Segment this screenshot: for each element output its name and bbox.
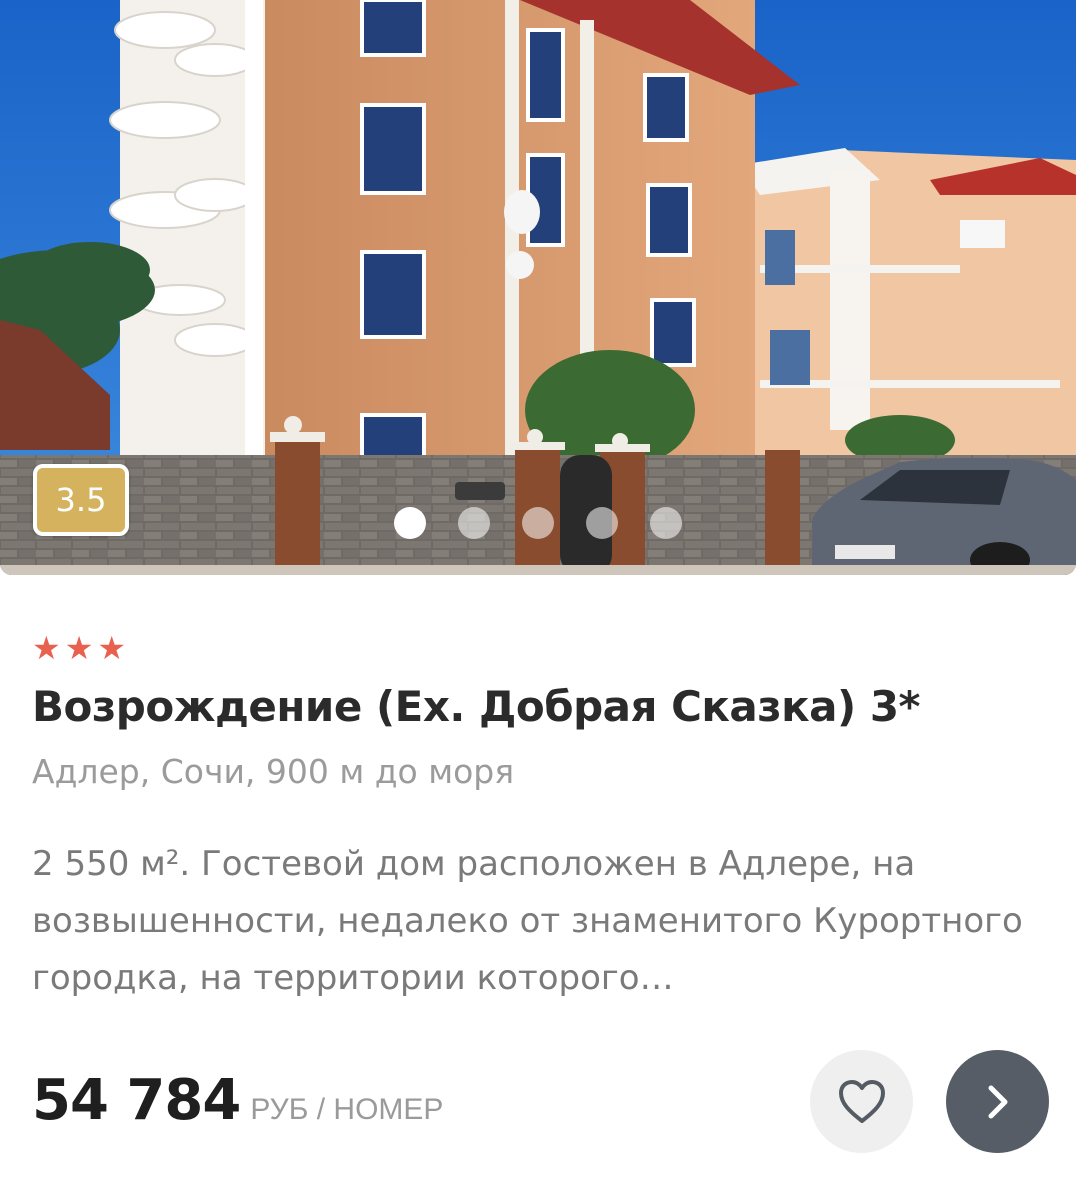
hotel-photo-carousel[interactable]: 3.5 xyxy=(0,0,1076,575)
carousel-dot-5[interactable] xyxy=(650,507,682,539)
chevron-right-icon xyxy=(988,1085,1007,1118)
hotel-title[interactable]: Возрождение (Ex. Добрая Сказка) 3* xyxy=(32,682,1042,731)
carousel-pagination[interactable] xyxy=(394,507,682,539)
hotel-description: 2 550 м². Гостевой дом расположен в Адле… xyxy=(32,844,1023,998)
carousel-dot-1[interactable] xyxy=(394,507,426,539)
hotel-card[interactable]: 3.5 ★ ★ ★ Возрождение (Ex. Добрая Сказка… xyxy=(0,0,1076,1200)
carousel-dot-4[interactable] xyxy=(586,507,618,539)
open-hotel-button[interactable] xyxy=(946,1050,1049,1153)
price-value: 54 784 xyxy=(32,1068,241,1133)
hotel-stars: ★ ★ ★ xyxy=(32,630,126,666)
star-icon: ★ xyxy=(32,629,61,667)
price-unit: РУБ / НОМЕР xyxy=(250,1093,444,1126)
star-icon: ★ xyxy=(97,629,127,667)
carousel-dot-3[interactable] xyxy=(522,507,554,539)
carousel-dot-2[interactable] xyxy=(458,507,490,539)
favorite-button[interactable] xyxy=(810,1050,913,1153)
price-block: 54 784 РУБ / НОМЕР xyxy=(32,1068,443,1133)
heart-icon xyxy=(838,1079,885,1123)
rating-badge: 3.5 xyxy=(33,464,129,536)
hotel-location: Адлер, Сочи, 900 м до моря xyxy=(32,752,515,791)
star-icon: ★ xyxy=(64,629,94,667)
hotel-photo xyxy=(0,0,1076,575)
